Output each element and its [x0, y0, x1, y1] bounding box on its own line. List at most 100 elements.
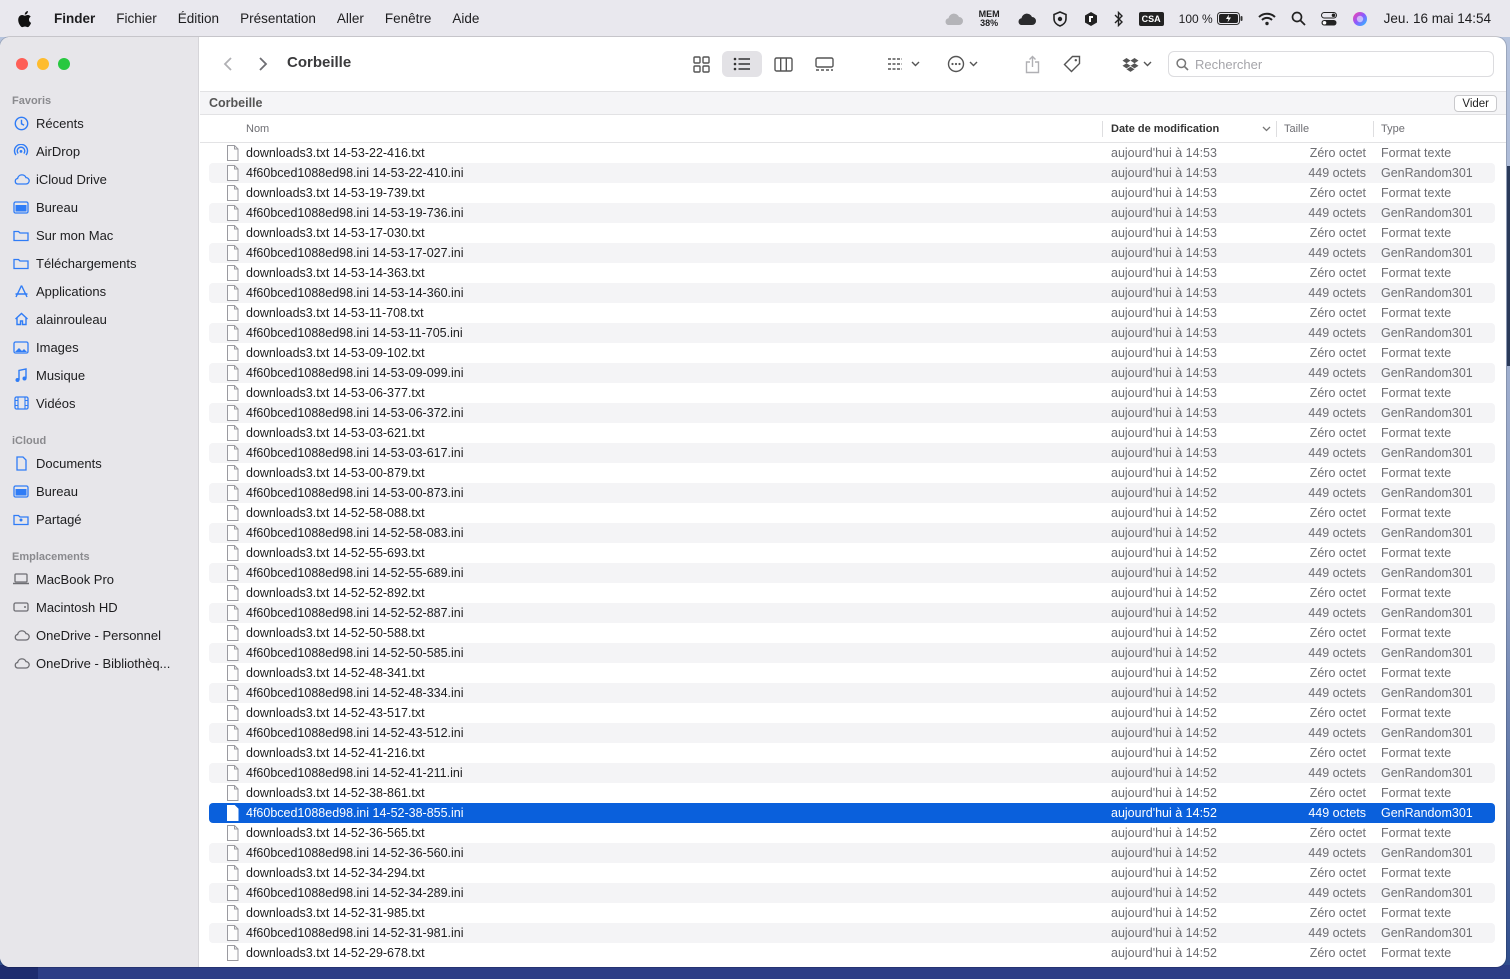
column-header-date[interactable]: Date de modification: [1111, 115, 1271, 143]
sidebar-item-telechargements[interactable]: Téléchargements: [12, 251, 190, 275]
menu-fenetre[interactable]: Fenêtre: [385, 11, 432, 26]
share-button[interactable]: [1020, 51, 1044, 77]
view-icons-button[interactable]: [684, 51, 718, 77]
menu-aide[interactable]: Aide: [452, 11, 479, 26]
bluetooth-icon[interactable]: [1114, 0, 1124, 37]
column-header-name[interactable]: Nom: [246, 115, 269, 143]
file-row[interactable]: 4f60bced1088ed98.ini 14-52-34-289.ini auj…: [209, 883, 1495, 903]
sidebar-item-airdrop[interactable]: AirDrop: [12, 139, 190, 163]
file-row[interactable]: downloads3.txt 14-52-50-588.txt aujourd'h…: [209, 623, 1495, 643]
hexagon-app-icon[interactable]: [1083, 0, 1099, 37]
sidebar-item-musique[interactable]: Musique: [12, 363, 190, 387]
file-row[interactable]: 4f60bced1088ed98.ini 14-53-22-410.ini auj…: [209, 163, 1495, 183]
search-input[interactable]: [1195, 56, 1485, 72]
view-columns-button[interactable]: [766, 51, 800, 77]
file-row[interactable]: downloads3.txt 14-53-00-879.txt aujourd'h…: [209, 463, 1495, 483]
battery-status[interactable]: 100 %: [1179, 0, 1243, 37]
file-row[interactable]: downloads3.txt 14-53-09-102.txt aujourd'h…: [209, 343, 1495, 363]
shield-icon[interactable]: [1052, 0, 1068, 37]
sidebar-item-alainrouleau[interactable]: alainrouleau: [12, 307, 190, 331]
dropbox-button[interactable]: [1118, 51, 1156, 77]
file-row[interactable]: downloads3.txt 14-52-48-341.txt aujourd'h…: [209, 663, 1495, 683]
menu-aller[interactable]: Aller: [337, 11, 364, 26]
file-row[interactable]: downloads3.txt 14-53-06-377.txt aujourd'h…: [209, 383, 1495, 403]
file-row[interactable]: 4f60bced1088ed98.ini 14-52-41-211.ini auj…: [209, 763, 1495, 783]
file-row[interactable]: downloads3.txt 14-52-52-892.txt aujourd'h…: [209, 583, 1495, 603]
memory-monitor[interactable]: MEM 38%: [979, 0, 1000, 37]
siri-icon[interactable]: [1352, 0, 1368, 37]
empty-trash-button[interactable]: Vider: [1454, 95, 1497, 112]
zoom-window-button[interactable]: [58, 58, 70, 70]
sidebar-item-onedrive-bibliotheque[interactable]: OneDrive - Bibliothèq...: [12, 651, 190, 675]
menu-presentation[interactable]: Présentation: [240, 11, 316, 26]
search-field[interactable]: [1168, 51, 1494, 77]
view-list-button[interactable]: [722, 51, 762, 77]
group-by-button[interactable]: [883, 51, 923, 77]
control-center-icon[interactable]: [1320, 0, 1337, 37]
sidebar-item-bureau[interactable]: Bureau: [12, 195, 190, 219]
file-row[interactable]: downloads3.txt 14-53-14-363.txt aujourd'h…: [209, 263, 1495, 283]
file-row[interactable]: 4f60bced1088ed98.ini 14-53-03-617.ini auj…: [209, 443, 1495, 463]
menu-edition[interactable]: Édition: [178, 11, 219, 26]
file-row[interactable]: 4f60bced1088ed98.ini 14-53-00-873.ini auj…: [209, 483, 1495, 503]
file-row[interactable]: downloads3.txt 14-52-36-565.txt aujourd'h…: [209, 823, 1495, 843]
sidebar-item-documents[interactable]: Documents: [12, 451, 190, 475]
file-row[interactable]: downloads3.txt 14-53-03-621.txt aujourd'h…: [209, 423, 1495, 443]
close-window-button[interactable]: [16, 58, 28, 70]
tags-button[interactable]: [1060, 51, 1084, 77]
back-button[interactable]: [218, 51, 238, 77]
file-row[interactable]: 4f60bced1088ed98.ini 14-52-50-585.ini auj…: [209, 643, 1495, 663]
file-row[interactable]: 4f60bced1088ed98.ini 14-52-55-689.ini auj…: [209, 563, 1495, 583]
column-header-size[interactable]: Taille: [1284, 115, 1309, 143]
file-row[interactable]: 4f60bced1088ed98.ini 14-53-11-705.ini auj…: [209, 323, 1495, 343]
file-row[interactable]: 4f60bced1088ed98.ini 14-53-09-099.ini auj…: [209, 363, 1495, 383]
sidebar-item-macbook-pro[interactable]: MacBook Pro: [12, 567, 190, 591]
file-row[interactable]: 4f60bced1088ed98.ini 14-52-31-981.ini auj…: [209, 923, 1495, 943]
column-divider[interactable]: [1276, 121, 1277, 137]
file-row[interactable]: downloads3.txt 14-52-31-985.txt aujourd'h…: [209, 903, 1495, 923]
minimize-window-button[interactable]: [37, 58, 49, 70]
file-row[interactable]: downloads3.txt 14-53-11-708.txt aujourd'h…: [209, 303, 1495, 323]
sidebar-item-images[interactable]: Images: [12, 335, 190, 359]
menu-finder[interactable]: Finder: [54, 11, 95, 26]
icloud-status-icon[interactable]: [942, 0, 964, 37]
file-row[interactable]: downloads3.txt 14-52-55-693.txt aujourd'h…: [209, 543, 1495, 563]
column-divider[interactable]: [1373, 121, 1374, 137]
file-row[interactable]: 4f60bced1088ed98.ini 14-52-48-334.ini auj…: [209, 683, 1495, 703]
column-header-type[interactable]: Type: [1381, 115, 1405, 143]
sidebar-item-videos[interactable]: Vidéos: [12, 391, 190, 415]
sidebar-item-recents[interactable]: Récents: [12, 111, 190, 135]
menu-fichier[interactable]: Fichier: [116, 11, 157, 26]
file-row[interactable]: downloads3.txt 14-52-34-294.txt aujourd'h…: [209, 863, 1495, 883]
file-row[interactable]: downloads3.txt 14-53-22-416.txt aujourd'h…: [209, 143, 1495, 163]
file-row[interactable]: 4f60bced1088ed98.ini 14-52-52-887.ini auj…: [209, 603, 1495, 623]
sidebar-item-macintosh-hd[interactable]: Macintosh HD: [12, 595, 190, 619]
file-row[interactable]: 4f60bced1088ed98.ini 14-52-38-855.ini auj…: [209, 803, 1495, 823]
forward-button[interactable]: [253, 51, 273, 77]
onedrive-cloud-icon[interactable]: [1015, 0, 1037, 37]
column-divider[interactable]: [1102, 121, 1103, 137]
view-gallery-button[interactable]: [807, 51, 841, 77]
file-row[interactable]: downloads3.txt 14-53-19-739.txt aujourd'h…: [209, 183, 1495, 203]
file-row[interactable]: 4f60bced1088ed98.ini 14-53-19-736.ini auj…: [209, 203, 1495, 223]
spotlight-search-icon[interactable]: [1291, 0, 1306, 37]
file-row[interactable]: 4f60bced1088ed98.ini 14-52-58-083.ini auj…: [209, 523, 1495, 543]
csa-app-icon[interactable]: CSA: [1138, 0, 1164, 37]
file-row[interactable]: 4f60bced1088ed98.ini 14-53-14-360.ini auj…: [209, 283, 1495, 303]
file-row[interactable]: 4f60bced1088ed98.ini 14-52-43-512.ini auj…: [209, 723, 1495, 743]
action-menu-button[interactable]: [942, 51, 982, 77]
sidebar-item-icloud-drive[interactable]: iCloud Drive: [12, 167, 190, 191]
file-row[interactable]: 4f60bced1088ed98.ini 14-52-36-560.ini auj…: [209, 843, 1495, 863]
sidebar-item-sur-mon-mac[interactable]: Sur mon Mac: [12, 223, 190, 247]
file-row[interactable]: downloads3.txt 14-52-29-678.txt aujourd'h…: [209, 943, 1495, 963]
apple-logo-icon[interactable]: [16, 10, 32, 28]
file-row[interactable]: downloads3.txt 14-52-38-861.txt aujourd'h…: [209, 783, 1495, 803]
file-row[interactable]: downloads3.txt 14-52-43-517.txt aujourd'h…: [209, 703, 1495, 723]
file-row[interactable]: downloads3.txt 14-52-58-088.txt aujourd'h…: [209, 503, 1495, 523]
sidebar-item-onedrive-personnel[interactable]: OneDrive - Personnel: [12, 623, 190, 647]
sidebar-item-partage[interactable]: Partagé: [12, 507, 190, 531]
menu-bar-clock[interactable]: Jeu. 16 mai 14:54: [1384, 11, 1491, 26]
file-row[interactable]: downloads3.txt 14-53-17-030.txt aujourd'h…: [209, 223, 1495, 243]
file-row[interactable]: 4f60bced1088ed98.ini 14-53-06-372.ini auj…: [209, 403, 1495, 423]
wifi-icon[interactable]: [1257, 0, 1276, 37]
